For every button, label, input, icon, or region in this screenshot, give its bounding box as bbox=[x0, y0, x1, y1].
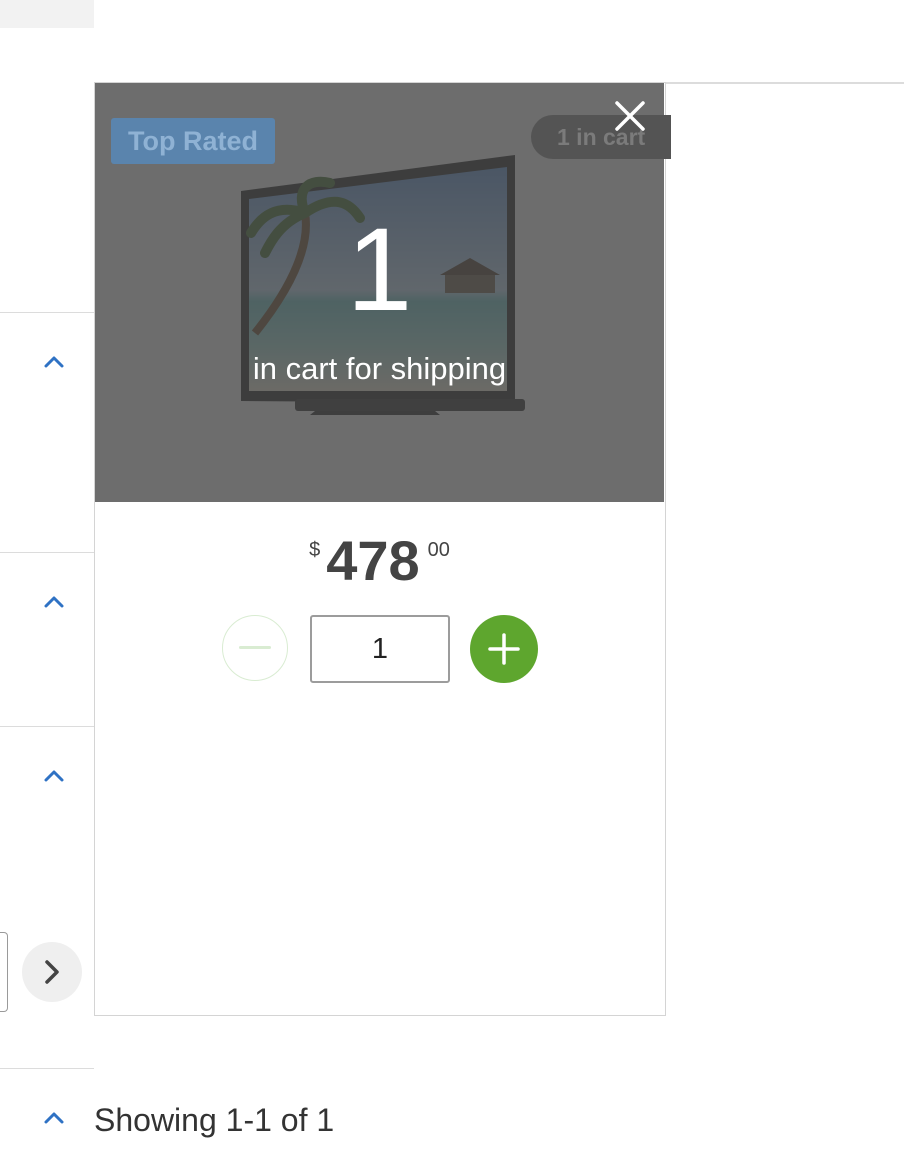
top-rated-badge: Top Rated bbox=[111, 118, 275, 164]
product-card: Top Rated 1 in cart 1 in cart for shippi… bbox=[94, 82, 671, 1016]
chevron-right-icon bbox=[45, 960, 59, 984]
divider bbox=[666, 82, 904, 84]
decrease-quantity-button[interactable] bbox=[222, 615, 288, 681]
next-button[interactable] bbox=[22, 942, 82, 1002]
price-currency: $ bbox=[309, 539, 321, 561]
divider bbox=[0, 552, 94, 553]
collapse-chevron-up-icon[interactable] bbox=[43, 354, 65, 370]
in-cart-badge: 1 in cart bbox=[531, 115, 671, 159]
plus-icon bbox=[488, 633, 520, 665]
price-cents: 00 bbox=[427, 539, 450, 561]
collapse-chevron-up-icon[interactable] bbox=[43, 1110, 65, 1126]
side-input-field[interactable] bbox=[0, 932, 8, 1012]
divider bbox=[0, 726, 94, 727]
close-icon bbox=[615, 101, 645, 131]
price-dollars: 478 bbox=[326, 529, 420, 592]
quantity-input[interactable] bbox=[310, 615, 450, 683]
collapse-chevron-up-icon[interactable] bbox=[43, 768, 65, 784]
minus-icon bbox=[239, 646, 271, 649]
results-count: Showing 1-1 of 1 bbox=[94, 1102, 335, 1138]
increase-quantity-button[interactable] bbox=[470, 615, 538, 683]
divider bbox=[0, 312, 94, 313]
top-left-tab bbox=[0, 0, 94, 28]
close-button[interactable] bbox=[613, 99, 647, 133]
price: $478 00 bbox=[95, 531, 664, 591]
cart-count: 1 bbox=[346, 204, 413, 336]
divider bbox=[0, 1068, 94, 1069]
collapse-chevron-up-icon[interactable] bbox=[43, 594, 65, 610]
cart-count-label: in cart for shipping bbox=[252, 351, 507, 386]
